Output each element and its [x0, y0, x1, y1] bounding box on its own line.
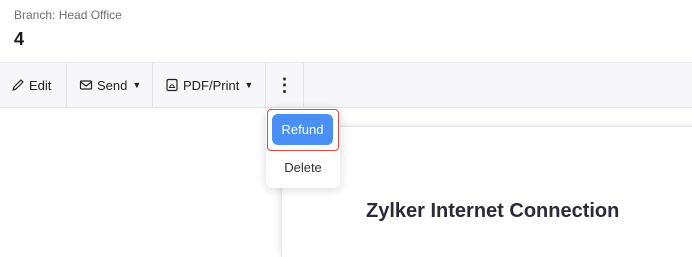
edit-label: Edit [29, 77, 52, 93]
refund-button[interactable]: Refund [272, 114, 333, 145]
envelope-icon [79, 78, 93, 92]
more-options-button[interactable]: ⋮ [266, 63, 304, 107]
send-label: Send [97, 77, 128, 93]
refund-highlight: Refund [267, 109, 339, 151]
branch-label: Branch: Head Office [14, 8, 122, 22]
record-number: 4 [14, 29, 25, 49]
delete-menu-item[interactable]: Delete [266, 154, 340, 180]
pdf-print-label: PDF/Print [183, 77, 240, 93]
vertical-ellipsis-icon: ⋮ [275, 74, 294, 95]
edit-button[interactable]: Edit [0, 63, 67, 107]
pencil-icon [11, 78, 25, 92]
toolbar: Edit Send ▼ PDF/Print ▼ ⋮ [0, 62, 692, 108]
page-header: Branch: Head Office 4 [0, 0, 692, 62]
pdf-icon [165, 78, 179, 92]
chevron-down-icon: ▼ [244, 80, 254, 90]
document-preview [281, 126, 692, 257]
pdf-print-button[interactable]: PDF/Print ▼ [153, 63, 266, 107]
chevron-down-icon: ▼ [132, 80, 142, 90]
more-options-menu: Refund Delete [266, 108, 340, 188]
company-name: Zylker Internet Connection [366, 200, 620, 222]
send-button[interactable]: Send ▼ [67, 63, 153, 107]
